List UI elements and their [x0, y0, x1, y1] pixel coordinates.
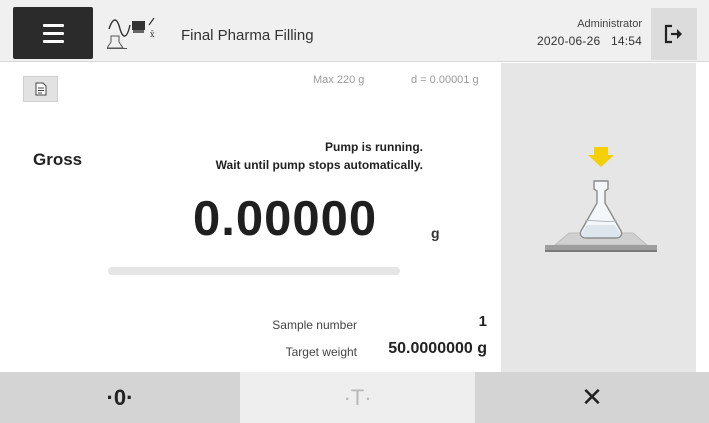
document-icon — [35, 82, 46, 96]
flask-on-pan-icon — [545, 147, 657, 252]
date-text: 2020-06-26 — [536, 34, 601, 48]
target-weight-label: Target weight — [285, 345, 357, 359]
zero-button[interactable]: ·0· — [0, 372, 240, 423]
down-arrow-icon — [588, 147, 614, 167]
header-bar: x̄ Final Pharma Filling Administrator 20… — [0, 0, 709, 62]
logout-icon — [664, 24, 682, 44]
status-message: Pump is running. — [325, 140, 423, 154]
user-name: Administrator — [577, 18, 642, 30]
target-weight-value: 50.0000000 g — [388, 340, 487, 357]
weighing-mode-label: Gross — [33, 150, 83, 169]
weight-display: 0.00000 — [193, 192, 378, 246]
sample-number-value: 1 — [478, 313, 487, 330]
protocol-button[interactable] — [23, 76, 58, 102]
weighing-progress-bar — [108, 267, 400, 275]
weight-unit: g — [431, 225, 440, 241]
weighing-panel: Max 220 g d = 0.00001 g Gross Pump is ru… — [13, 63, 501, 372]
time-text: 14:54 — [610, 34, 642, 48]
hamburger-menu-icon — [42, 23, 64, 27]
app-title: Final Pharma Filling — [181, 27, 314, 44]
tare-button[interactable]: ·T· — [240, 372, 475, 423]
cancel-button[interactable]: ✕ — [475, 372, 709, 423]
weighing-graphic-panel — [501, 63, 696, 372]
filling-method-icon: x̄ — [107, 17, 155, 49]
svg-text:x̄: x̄ — [150, 30, 155, 39]
status-instruction: Wait until pump stops automatically. — [215, 158, 423, 172]
softkey-bar: ·0· ·T· ✕ — [0, 372, 709, 423]
capacity-info: Max 220 g — [313, 74, 365, 86]
sample-number-label: Sample number — [272, 318, 357, 332]
menu-button[interactable] — [13, 7, 93, 59]
readability-info: d = 0.00001 g — [411, 74, 479, 86]
logout-button[interactable] — [651, 8, 697, 60]
date-time: 2020-06-26 14:54 — [537, 34, 642, 48]
